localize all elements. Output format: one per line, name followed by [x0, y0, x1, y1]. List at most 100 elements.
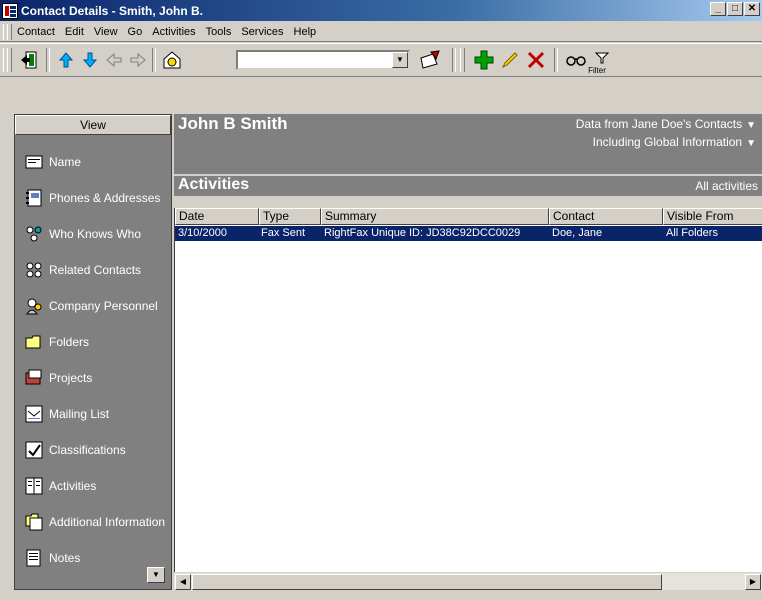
- edit-pencil-icon[interactable]: [498, 48, 522, 72]
- delete-icon[interactable]: [524, 48, 548, 72]
- menu-tools[interactable]: Tools: [201, 26, 237, 38]
- window-title: Contact Details - Smith, John B.: [21, 3, 204, 18]
- menu-services[interactable]: Services: [236, 26, 288, 38]
- menu-activities[interactable]: Activities: [147, 26, 200, 38]
- related-people-icon: [25, 261, 43, 279]
- personnel-icon: [25, 297, 43, 315]
- nav-item-label: Additional Information: [49, 515, 166, 529]
- cell-contact: Doe, Jane: [552, 227, 603, 239]
- nav-item-classifications[interactable]: Classifications: [25, 441, 126, 459]
- column-header-summary[interactable]: Summary: [321, 208, 549, 225]
- toolbar-grip-2: [7, 48, 12, 72]
- chevron-down-icon: ▼: [746, 120, 756, 131]
- nav-item-label: Name: [49, 155, 82, 169]
- nav-item-mailing-list[interactable]: Mailing List: [25, 405, 109, 423]
- maximize-button[interactable]: □: [727, 2, 743, 16]
- nav-item-company-personnel[interactable]: Company Personnel: [25, 297, 158, 315]
- menu-go[interactable]: Go: [123, 26, 148, 38]
- menu-edit[interactable]: Edit: [60, 26, 89, 38]
- nav-item-projects[interactable]: Projects: [25, 369, 92, 387]
- scroll-thumb[interactable]: [192, 574, 662, 590]
- horizontal-scrollbar[interactable]: ◀ ▶: [174, 572, 762, 590]
- lookup-combo[interactable]: ▼: [236, 50, 410, 70]
- close-button[interactable]: ✕: [744, 2, 760, 16]
- menu-bar: Contact Edit View Go Activities Tools Se…: [0, 22, 762, 42]
- notes-icon: [25, 549, 43, 567]
- activities-filter[interactable]: All activities: [695, 179, 758, 193]
- nav-item-label: Related Contacts: [49, 263, 142, 277]
- data-source: Data from Jane Doe's Contacts ▼ Including…: [576, 116, 756, 152]
- mailing-list-icon: [25, 405, 43, 423]
- filter-label: Filter: [588, 66, 606, 75]
- including-dropdown[interactable]: Including Global Information ▼: [576, 134, 756, 152]
- folder-icon: [25, 333, 43, 351]
- nav-item-related-contacts[interactable]: Related Contacts: [25, 261, 141, 279]
- chevron-down-icon: ▼: [746, 138, 756, 149]
- cell-visible-from: All Folders: [666, 227, 718, 239]
- nav-item-who-knows-who[interactable]: Who Knows Who: [25, 225, 141, 243]
- title-bar: Contact Details - Smith, John B. _ □ ✕: [0, 0, 762, 21]
- nav-item-phones-addresses[interactable]: Phones & Addresses: [25, 189, 160, 207]
- nav-item-name[interactable]: Name: [25, 153, 81, 171]
- contact-name: John B Smith: [178, 114, 288, 133]
- projects-icon: [25, 369, 43, 387]
- menu-help[interactable]: Help: [289, 26, 322, 38]
- nav-item-label: Mailing List: [49, 407, 110, 421]
- app-icon: [2, 2, 18, 19]
- data-from-label: Data from Jane Doe's Contacts: [575, 117, 743, 131]
- schedule-icon[interactable]: [418, 48, 442, 72]
- nav-item-label: Classifications: [49, 443, 126, 457]
- arrow-right-icon[interactable]: [126, 48, 150, 72]
- contact-header: John B Smith Data from Jane Doe's Contac…: [174, 114, 762, 174]
- column-header-type[interactable]: Type: [259, 208, 321, 225]
- menubar-grip-2: [7, 24, 12, 40]
- activities-bar: Activities All activities: [174, 176, 762, 196]
- view-panel-header: View: [15, 115, 171, 135]
- arrow-left-icon[interactable]: [102, 48, 126, 72]
- nav-item-label: Activities: [49, 479, 97, 493]
- toolbar: ▼ Filter: [0, 43, 762, 77]
- nav-item-label: Projects: [49, 371, 93, 385]
- nav-item-label: Notes: [49, 551, 81, 565]
- activities-title: Activities: [178, 176, 250, 193]
- nav-item-label: Company Personnel: [49, 299, 158, 313]
- add-icon[interactable]: [472, 48, 496, 72]
- column-header-contact[interactable]: Contact: [549, 208, 663, 225]
- lookup-icon[interactable]: [160, 48, 184, 72]
- nav-item-activities[interactable]: Activities: [25, 477, 96, 495]
- cell-type: Fax Sent: [261, 227, 306, 239]
- people-network-icon: [25, 225, 43, 243]
- nav-item-label: Phones & Addresses: [49, 191, 161, 205]
- view-panel: View Name Phones & Addresses Who Knows W…: [14, 114, 172, 590]
- nav-item-label: Folders: [49, 335, 90, 349]
- classifications-icon: [25, 441, 43, 459]
- including-label: Including Global Information: [592, 135, 743, 149]
- exit-icon[interactable]: [18, 48, 42, 72]
- scroll-right-button[interactable]: ▶: [745, 574, 761, 590]
- arrow-down-icon[interactable]: [78, 48, 102, 72]
- name-card-icon: [25, 153, 43, 171]
- column-header-visible-from[interactable]: Visible From: [663, 208, 762, 225]
- additional-info-icon: [25, 513, 43, 531]
- data-from-dropdown[interactable]: Data from Jane Doe's Contacts ▼: [576, 116, 756, 134]
- menu-view[interactable]: View: [89, 26, 123, 38]
- table-row[interactable]: 3/10/2000 Fax Sent RightFax Unique ID: J…: [175, 226, 762, 241]
- minimize-button[interactable]: _: [710, 2, 726, 16]
- nav-item-label: Who Knows Who: [49, 227, 142, 241]
- activities-list[interactable]: Date Type Summary Contact Visible From 3…: [174, 208, 762, 590]
- view-panel-scroll-down-button[interactable]: ▼: [147, 567, 165, 583]
- nav-item-notes[interactable]: Notes: [25, 549, 80, 567]
- nav-item-folders[interactable]: Folders: [25, 333, 89, 351]
- chevron-down-icon[interactable]: ▼: [392, 52, 408, 68]
- cell-summary: RightFax Unique ID: JD38C92DCC0029: [324, 227, 521, 239]
- toolbar-separator: [46, 48, 50, 72]
- toolbar-grip-3: [460, 48, 465, 72]
- activities-icon: [25, 477, 43, 495]
- menu-contact[interactable]: Contact: [12, 26, 60, 38]
- toolbar-separator: [152, 48, 156, 72]
- scroll-left-button[interactable]: ◀: [175, 574, 191, 590]
- arrow-up-icon[interactable]: [54, 48, 78, 72]
- column-header-date[interactable]: Date: [175, 208, 259, 225]
- nav-item-additional-information[interactable]: Additional Information: [25, 513, 165, 531]
- toolbar-separator: [554, 48, 558, 72]
